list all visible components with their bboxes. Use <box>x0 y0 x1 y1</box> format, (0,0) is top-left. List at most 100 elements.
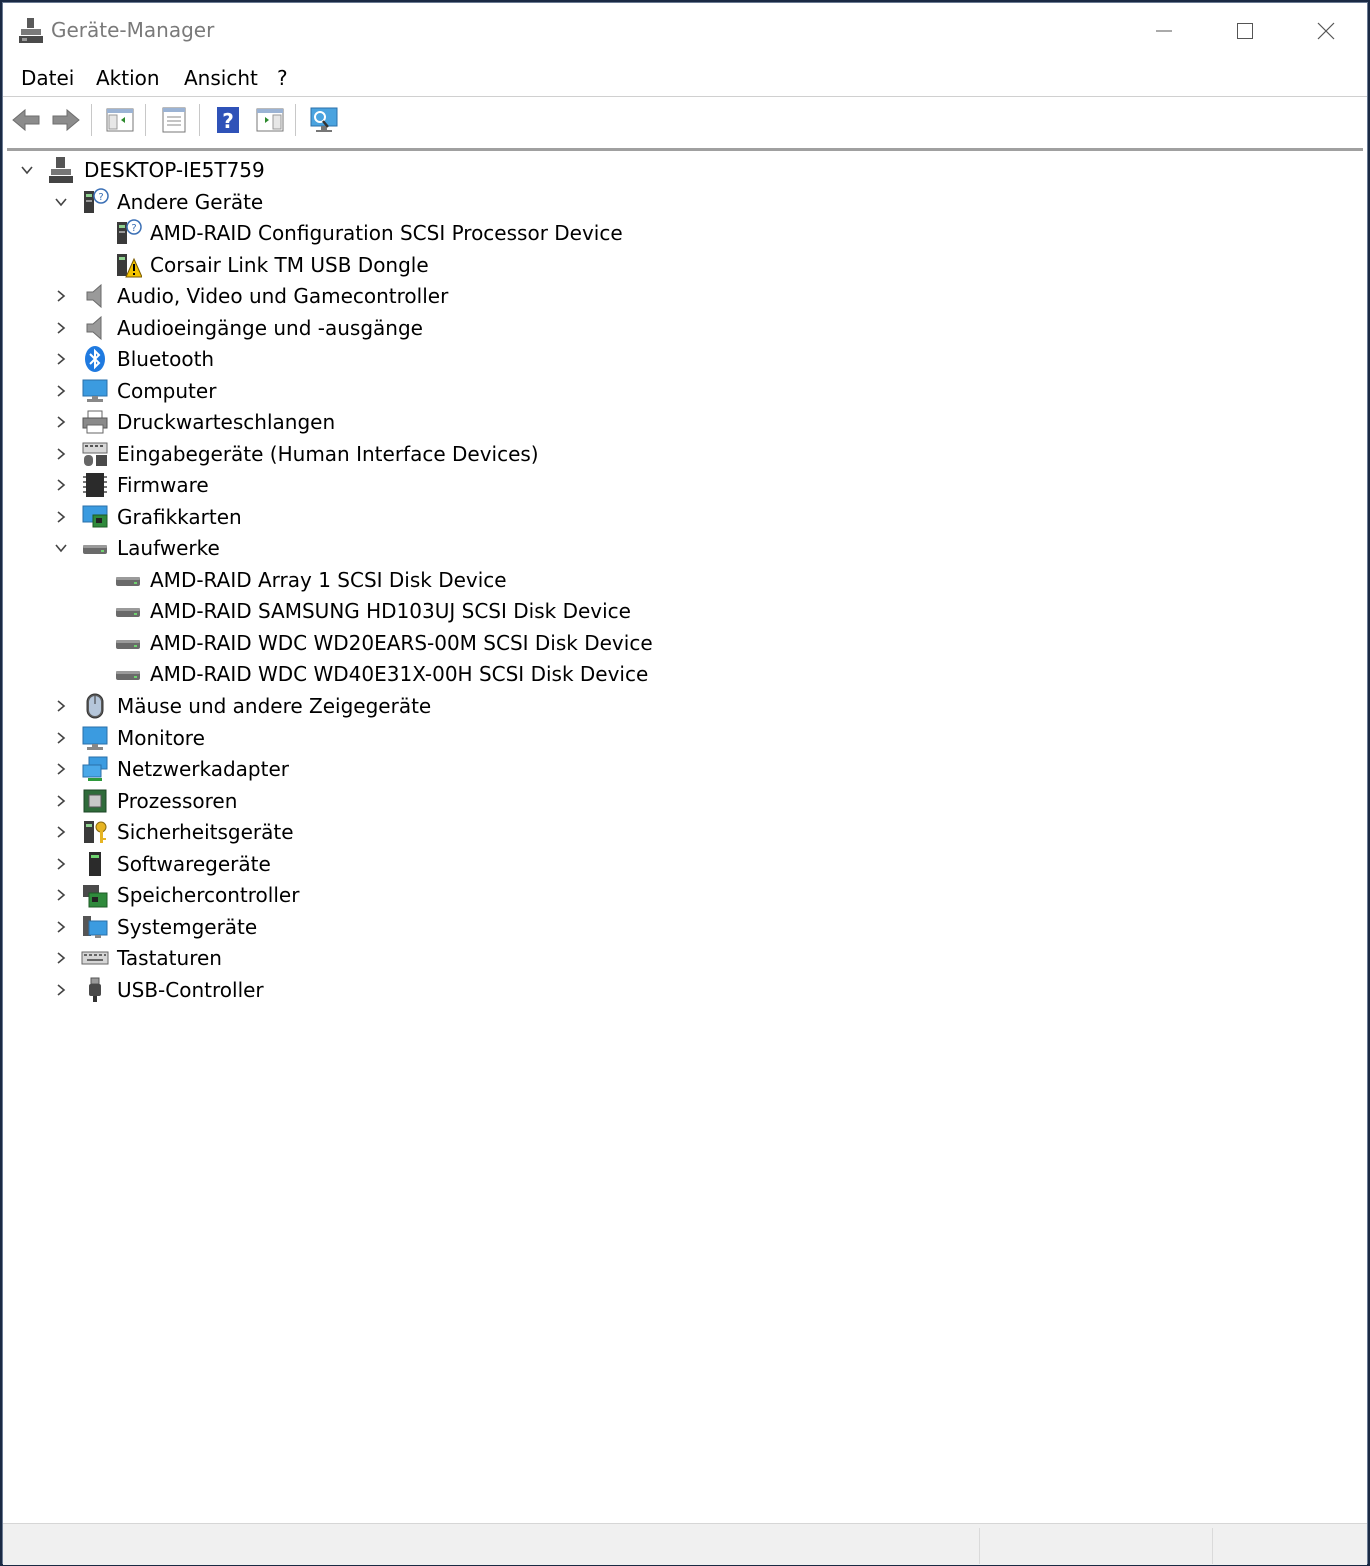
maximize-icon <box>1237 23 1253 39</box>
speaker-icon <box>86 315 102 341</box>
tree-category-label[interactable]: Computer <box>117 377 216 405</box>
chevron-right-icon[interactable] <box>53 509 69 525</box>
tree-category-label[interactable]: Sicherheitsgeräte <box>117 818 294 846</box>
tree-device-label[interactable]: AMD-RAID Configuration SCSI Processor De… <box>150 219 623 247</box>
tree-category-label[interactable]: Softwaregeräte <box>117 850 271 878</box>
keyboard-icon <box>81 951 109 965</box>
show-hide-console-tree-button[interactable] <box>103 104 137 136</box>
menu-separator <box>3 96 1367 97</box>
disk-drive-icon <box>116 640 140 649</box>
menu-ansicht[interactable]: Ansicht <box>184 66 258 90</box>
tree-category-label[interactable]: Audio, Video und Gamecontroller <box>117 282 448 310</box>
chevron-right-icon[interactable] <box>53 414 69 430</box>
chevron-down-icon[interactable] <box>53 540 69 556</box>
tree-category-label[interactable]: Laufwerke <box>117 534 220 562</box>
software-device-icon <box>89 852 101 876</box>
scan-hardware-button[interactable] <box>307 104 341 136</box>
maximize-button[interactable] <box>1217 11 1273 51</box>
tree-category-label[interactable]: Systemgeräte <box>117 913 257 941</box>
tree-device-label[interactable]: AMD-RAID WDC WD20EARS-00M SCSI Disk Devi… <box>150 629 653 657</box>
security-device-icon <box>84 821 107 843</box>
tree-category-label[interactable]: Mäuse und andere Zeigegeräte <box>117 692 431 720</box>
forward-button[interactable] <box>49 104 83 136</box>
display-adapter-icon <box>82 505 108 528</box>
status-bar <box>3 1523 1367 1565</box>
help-icon: ? <box>217 107 239 133</box>
device-manager-window: Geräte-Manager Datei Aktion Ansicht ? ? … <box>2 2 1368 1565</box>
chevron-right-icon[interactable] <box>53 856 69 872</box>
close-button[interactable] <box>1298 11 1354 51</box>
close-icon <box>1317 22 1335 40</box>
chevron-right-icon[interactable] <box>53 477 69 493</box>
chevron-right-icon[interactable] <box>53 730 69 746</box>
computer-icon <box>82 379 108 402</box>
show-hide-console-tree-icon <box>106 108 134 132</box>
tree-category-label[interactable]: Audioeingänge und -ausgänge <box>117 314 423 342</box>
tree-category-label[interactable]: Eingabegeräte (Human Interface Devices) <box>117 440 539 468</box>
toolbar: ? <box>3 98 1367 142</box>
tree-category-label[interactable]: USB-Controller <box>117 976 264 1004</box>
disk-drive-icon <box>116 608 140 617</box>
tree-category-label[interactable]: Andere Geräte <box>117 188 263 216</box>
device-tree[interactable]: DESKTOP-IE5T759? Andere Geräte? AMD-RAID C… <box>7 151 1363 1521</box>
svg-text:?: ? <box>222 109 234 133</box>
unknown-device-icon: ? <box>117 219 142 244</box>
menu-help[interactable]: ? <box>277 66 288 90</box>
chevron-right-icon[interactable] <box>53 824 69 840</box>
system-device-icon <box>83 916 108 938</box>
menu-bar: Datei Aktion Ansicht ? <box>3 61 1367 97</box>
monitor-icon <box>82 726 108 750</box>
firmware-icon <box>83 473 107 497</box>
tree-category-label[interactable]: Speichercontroller <box>117 881 299 909</box>
disk-drive-icon <box>116 577 140 586</box>
device-manager-app-icon <box>19 18 43 43</box>
unknown-device-icon: ? <box>84 188 109 213</box>
minimize-button[interactable] <box>1136 11 1192 51</box>
chevron-right-icon[interactable] <box>53 950 69 966</box>
tree-category-label[interactable]: Prozessoren <box>117 787 237 815</box>
warning-device-icon <box>117 254 142 278</box>
chevron-right-icon[interactable] <box>53 351 69 367</box>
scan-hardware-icon <box>310 107 338 132</box>
tree-device-label[interactable]: Corsair Link TM USB Dongle <box>150 251 429 279</box>
chevron-down-icon[interactable] <box>53 194 69 210</box>
help-button[interactable]: ? <box>211 104 245 136</box>
back-button[interactable] <box>9 104 43 136</box>
menu-aktion[interactable]: Aktion <box>96 66 160 90</box>
processor-icon <box>83 789 107 813</box>
tree-device-label[interactable]: AMD-RAID SAMSUNG HD103UJ SCSI Disk Devic… <box>150 597 631 625</box>
network-adapter-icon <box>82 756 108 781</box>
tree-device-label[interactable]: AMD-RAID Array 1 SCSI Disk Device <box>150 566 507 594</box>
chevron-right-icon[interactable] <box>53 383 69 399</box>
tree-category-label[interactable]: Firmware <box>117 471 209 499</box>
chevron-right-icon[interactable] <box>53 320 69 336</box>
chevron-right-icon[interactable] <box>53 446 69 462</box>
chevron-right-icon[interactable] <box>53 288 69 304</box>
svg-text:?: ? <box>131 223 136 234</box>
properties-button[interactable] <box>157 104 191 136</box>
tree-device-label[interactable]: AMD-RAID WDC WD40E31X-00H SCSI Disk Devi… <box>150 660 648 688</box>
chevron-right-icon[interactable] <box>53 919 69 935</box>
storage-controller-icon <box>83 885 108 908</box>
tree-category-label[interactable]: Monitore <box>117 724 205 752</box>
action-pane-icon <box>256 108 284 132</box>
chevron-right-icon[interactable] <box>53 887 69 903</box>
chevron-right-icon[interactable] <box>53 982 69 998</box>
tree-category-label[interactable]: Druckwarteschlangen <box>117 408 335 436</box>
window-title: Geräte-Manager <box>51 18 215 42</box>
action-pane-button[interactable] <box>253 104 287 136</box>
title-bar[interactable]: Geräte-Manager <box>3 3 1367 59</box>
tree-category-label[interactable]: Bluetooth <box>117 345 214 373</box>
tree-item-label[interactable]: DESKTOP-IE5T759 <box>84 156 265 184</box>
minimize-icon <box>1156 30 1172 32</box>
computer-root-icon <box>49 157 73 183</box>
chevron-right-icon[interactable] <box>53 761 69 777</box>
menu-datei[interactable]: Datei <box>21 66 74 90</box>
tree-category-label[interactable]: Tastaturen <box>117 944 222 972</box>
usb-icon <box>89 977 101 1002</box>
tree-category-label[interactable]: Grafikkarten <box>117 503 242 531</box>
chevron-right-icon[interactable] <box>53 698 69 714</box>
tree-category-label[interactable]: Netzwerkadapter <box>117 755 289 783</box>
chevron-right-icon[interactable] <box>53 793 69 809</box>
chevron-down-icon[interactable] <box>19 162 35 178</box>
